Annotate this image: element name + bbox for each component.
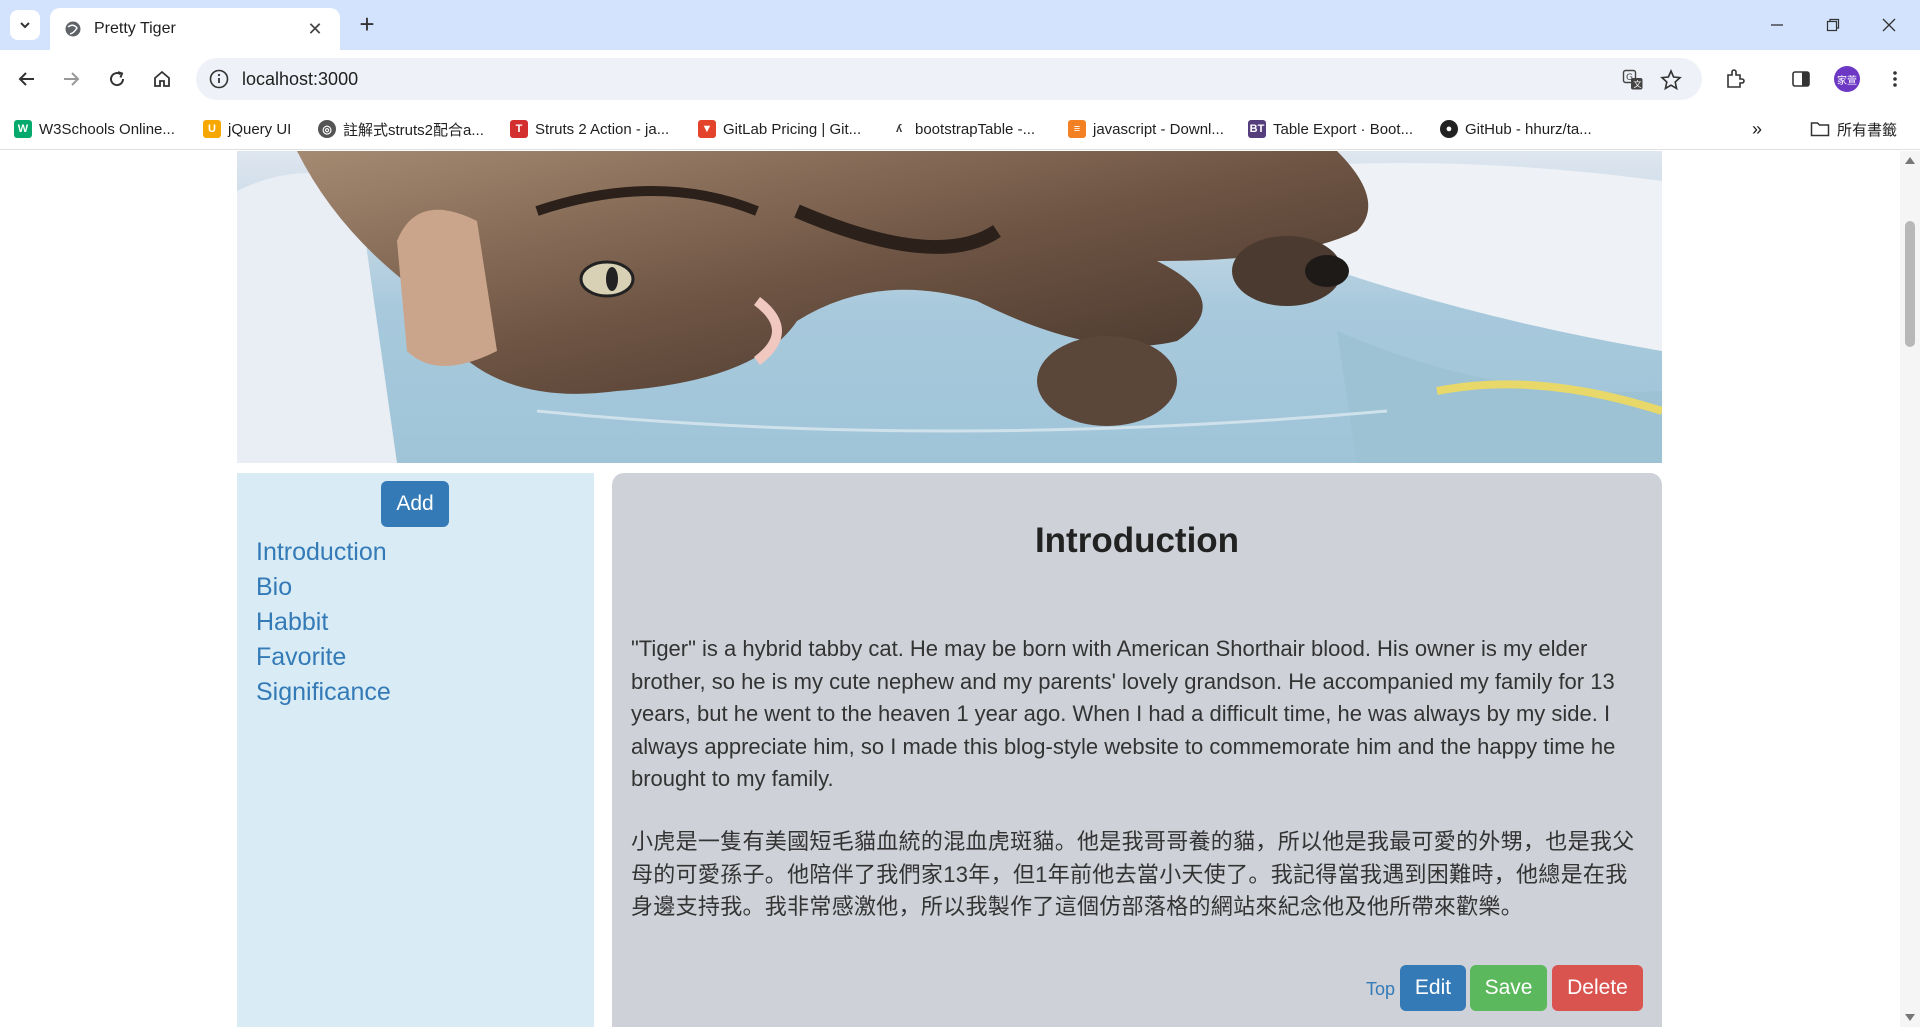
info-icon[interactable]: [208, 68, 230, 90]
struts-icon: T: [510, 120, 528, 138]
bookmark-item[interactable]: U jQuery UI: [203, 116, 291, 142]
sidebar-nav: Introduction Bio Habbit Favorite Signifi…: [256, 535, 391, 710]
sidebar: Add Introduction Bio Habbit Favorite Sig…: [237, 473, 594, 1027]
sidebar-item-introduction[interactable]: Introduction: [256, 535, 391, 570]
reload-button[interactable]: [100, 62, 134, 96]
bookmark-item[interactable]: ▼ GitLab Pricing | Git...: [698, 116, 861, 142]
bookmark-label: W3Schools Online...: [39, 120, 175, 138]
bookmark-item[interactable]: W W3Schools Online...: [14, 116, 175, 142]
browser-tab-active[interactable]: Pretty Tiger ✕: [50, 8, 340, 50]
arrow-right-icon: [64, 72, 80, 86]
content-card: Introduction "Tiger" is a hybrid tabby c…: [612, 473, 1662, 1027]
bookmark-label: GitHub - hhurz/ta...: [1465, 120, 1592, 138]
translate-icon[interactable]: G文: [1620, 67, 1646, 93]
bookmark-item[interactable]: ◎ 註解式struts2配合a...: [318, 116, 484, 142]
all-bookmarks-button[interactable]: 所有書籤: [1810, 116, 1897, 142]
more-menu-icon[interactable]: [1878, 62, 1912, 96]
bookmark-label: Struts 2 Action - ja...: [535, 120, 670, 138]
sidebar-item-favorite[interactable]: Favorite: [256, 640, 391, 675]
page-scrollbar[interactable]: [1900, 151, 1920, 1027]
minimize-icon: [1771, 24, 1783, 26]
all-bookmarks-label: 所有書籤: [1837, 121, 1898, 139]
browser-tabstrip: Pretty Tiger ✕ +: [0, 0, 1920, 50]
bookmark-label: bootstrapTable -...: [915, 120, 1036, 138]
bookmark-item[interactable]: ● GitHub - hhurz/ta...: [1440, 116, 1592, 142]
chevron-down-icon: [20, 22, 30, 29]
sidebar-item-bio[interactable]: Bio: [256, 570, 391, 605]
home-button[interactable]: [145, 62, 179, 96]
cat-photo-illustration: [237, 151, 1662, 463]
restore-icon: [1826, 18, 1840, 32]
close-icon: [1882, 18, 1896, 32]
github-icon: ●: [1440, 120, 1458, 138]
folder-icon: [1810, 122, 1830, 137]
bookmark-label: javascript - Downl...: [1093, 120, 1224, 138]
tab-search-button[interactable]: [10, 10, 40, 40]
scrollbar-thumb[interactable]: [1905, 221, 1915, 347]
bookmark-item[interactable]: ʎ bootstrapTable -...: [890, 116, 1035, 142]
new-tab-button[interactable]: +: [352, 10, 382, 40]
scroll-down-arrow[interactable]: [1905, 1014, 1915, 1021]
bookmark-item[interactable]: T Struts 2 Action - ja...: [510, 116, 669, 142]
home-icon: [154, 70, 170, 87]
bookmarks-bar: W W3Schools Online... U jQuery UI ◎ 註解式s…: [0, 108, 1920, 150]
svg-text:文: 文: [1634, 79, 1642, 89]
intro-paragraph-english: "Tiger" is a hybrid tabby cat. He may be…: [631, 636, 1616, 791]
bookmark-label: Table Export · Boot...: [1273, 120, 1414, 138]
stackoverflow-icon: ≡: [1068, 120, 1086, 138]
back-button[interactable]: [10, 62, 44, 96]
url-text: localhost:3000: [242, 69, 359, 89]
bookmark-item[interactable]: ≡ javascript - Downl...: [1068, 116, 1224, 142]
extensions-icon[interactable]: [1718, 62, 1752, 96]
close-window-button[interactable]: [1866, 6, 1912, 44]
bookmark-label: jQuery UI: [228, 120, 292, 138]
bookmark-star-icon[interactable]: [1658, 67, 1684, 93]
bt-icon: BT: [1248, 120, 1266, 138]
jquery-ui-icon: U: [203, 120, 221, 138]
gitlab-icon: ▼: [698, 120, 716, 138]
arrow-left-icon: [18, 72, 34, 86]
page-viewport: Add Introduction Bio Habbit Favorite Sig…: [0, 151, 1920, 1027]
profile-avatar[interactable]: 家萱: [1834, 66, 1860, 92]
bookmark-item[interactable]: BT Table Export · Boot...: [1248, 116, 1413, 142]
delete-button[interactable]: Delete: [1552, 965, 1643, 1011]
edit-button[interactable]: Edit: [1400, 965, 1466, 1011]
forward-button[interactable]: [54, 62, 88, 96]
address-bar[interactable]: localhost:3000 G文: [196, 58, 1702, 100]
restore-button[interactable]: [1810, 6, 1856, 44]
bookmark-label: 註解式struts2配合a...: [343, 121, 484, 139]
browser-toolbar: localhost:3000 G文 家萱: [0, 50, 1920, 108]
sidebar-item-habbit[interactable]: Habbit: [256, 605, 391, 640]
globe-icon: [65, 21, 81, 37]
save-button[interactable]: Save: [1470, 965, 1547, 1011]
add-button[interactable]: Add: [381, 481, 449, 527]
intro-paragraph-chinese: 小虎是一隻有美國短毛貓血統的混血虎斑貓。他是我哥哥養的貓，所以他是我最可愛的外甥…: [631, 829, 1635, 919]
scroll-up-arrow[interactable]: [1905, 157, 1915, 164]
bookmark-label: GitLab Pricing | Git...: [723, 120, 862, 138]
bootstrap-table-icon: ʎ: [890, 120, 908, 138]
minimize-button[interactable]: [1754, 6, 1800, 44]
section-title: Introduction: [1034, 521, 1240, 560]
globe-icon: ◎: [318, 120, 336, 138]
more-bookmarks-button[interactable]: »: [1752, 116, 1762, 142]
reload-icon: [110, 71, 125, 87]
banner-cat-photo: [237, 151, 1662, 463]
top-link[interactable]: Top: [1366, 979, 1395, 1000]
sidebar-item-significance[interactable]: Significance: [256, 675, 391, 710]
w3schools-icon: W: [14, 120, 32, 138]
side-panel-icon[interactable]: [1784, 62, 1818, 96]
tab-close-icon[interactable]: ✕: [304, 19, 326, 40]
tab-title: Pretty Tiger: [94, 20, 176, 37]
